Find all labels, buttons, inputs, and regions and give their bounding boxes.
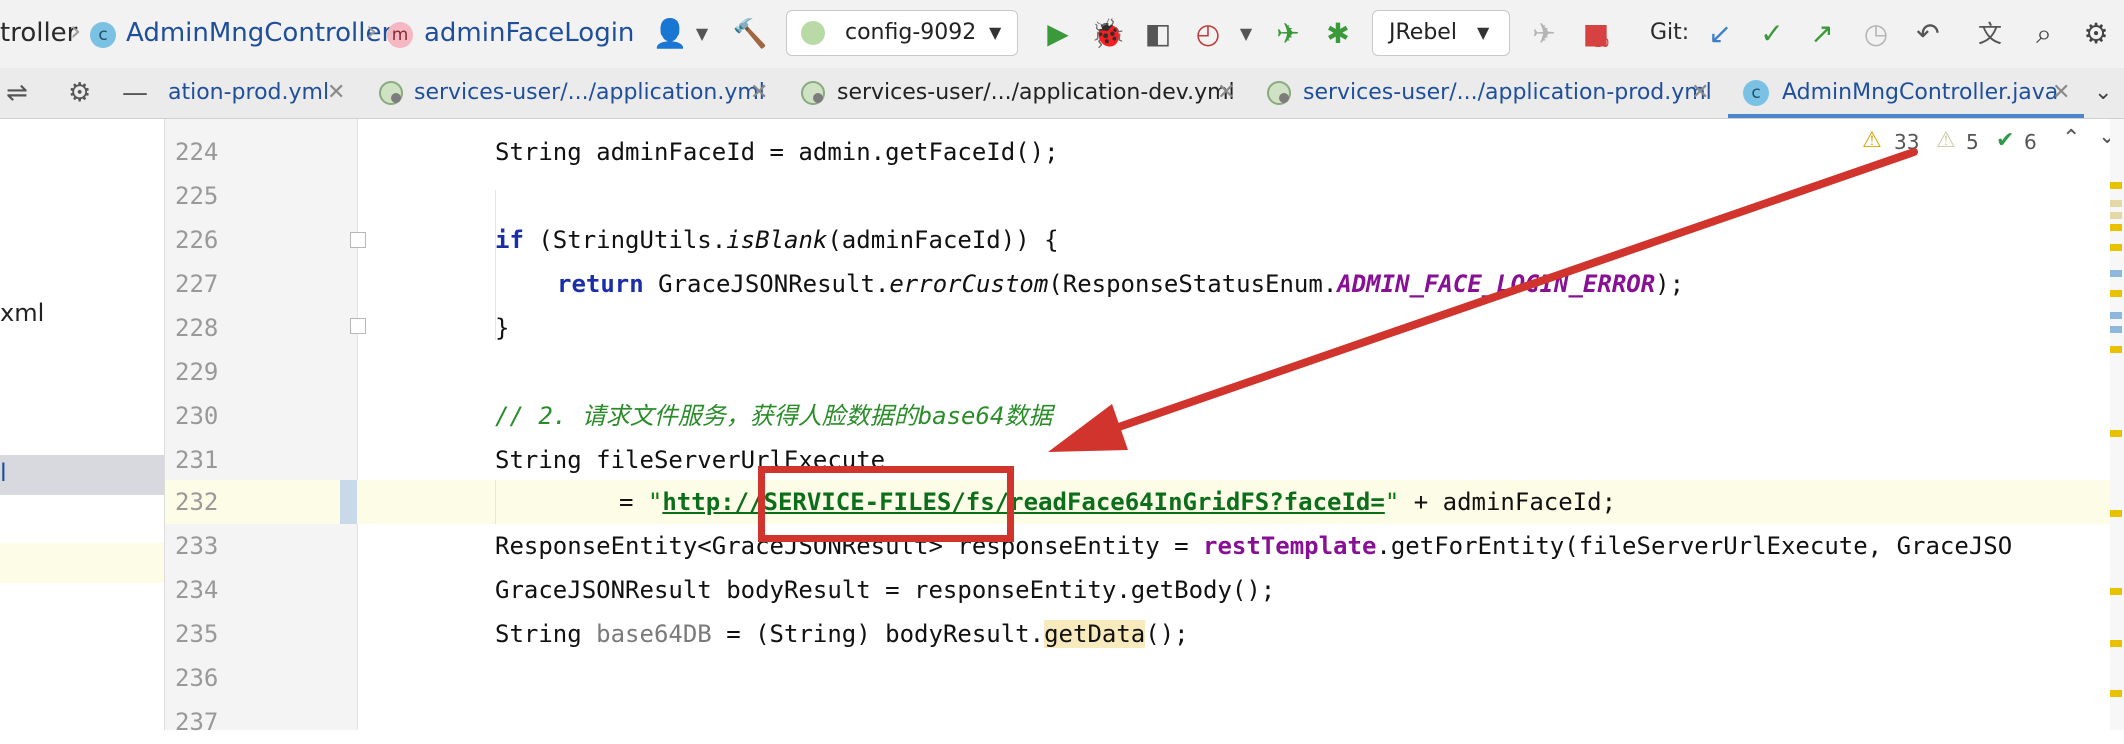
annotation-arrow bbox=[1048, 148, 1918, 452]
